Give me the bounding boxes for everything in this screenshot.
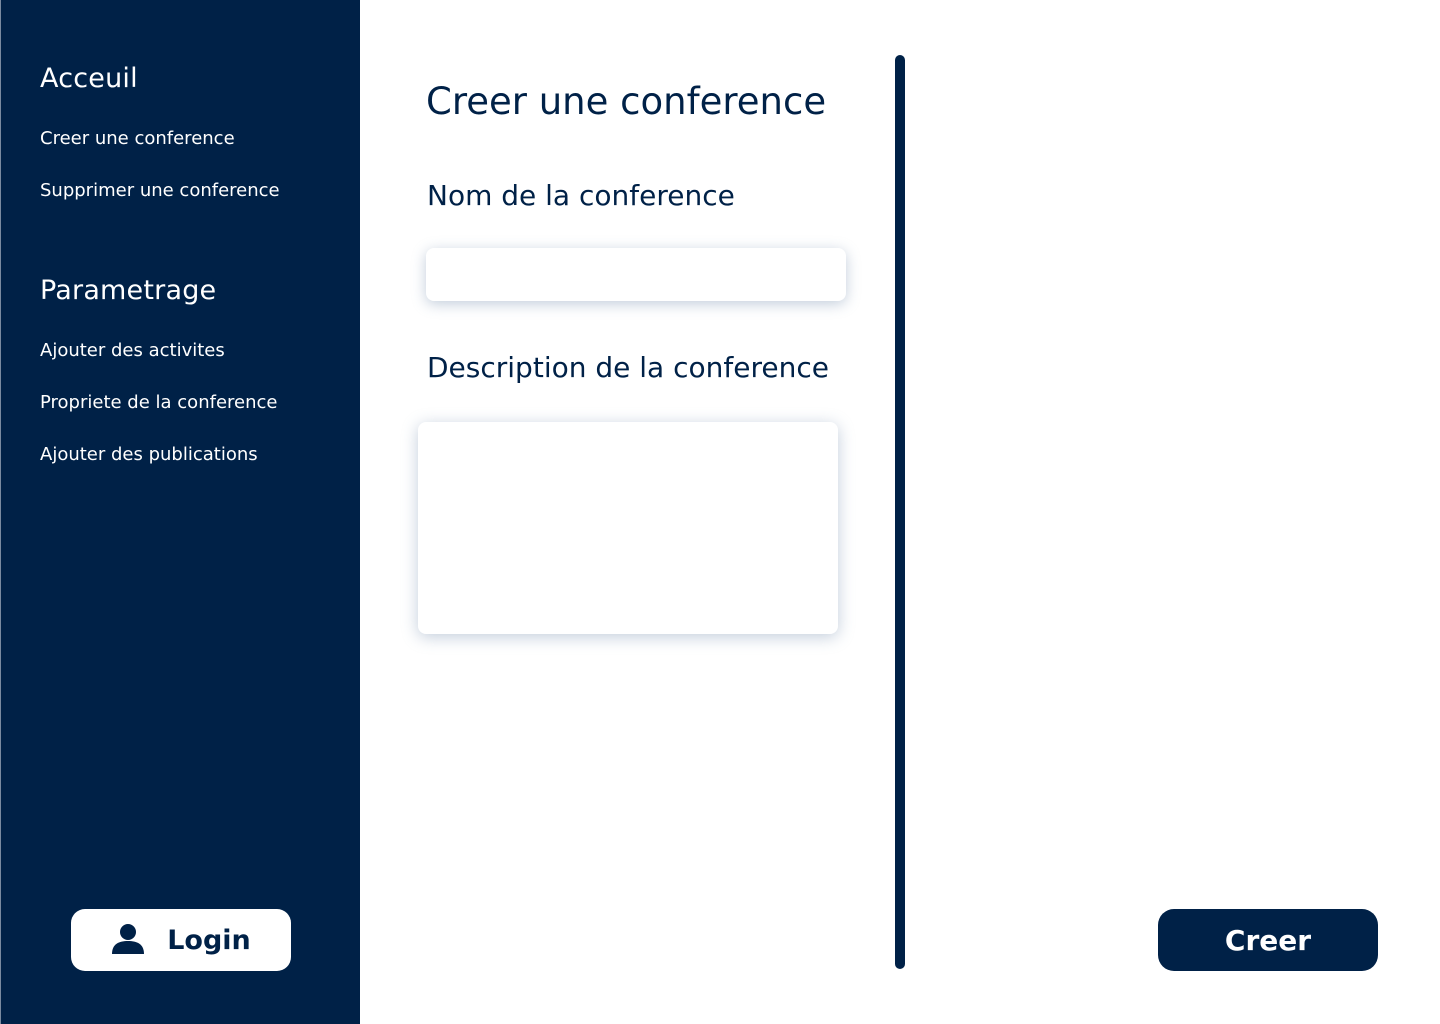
conference-name-input[interactable] xyxy=(426,248,846,301)
sidebar-heading-parametrage: Parametrage xyxy=(40,275,217,306)
sidebar-item-propriete-conference[interactable]: Propriete de la conference xyxy=(40,392,277,413)
sidebar-item-supprimer-conference[interactable]: Supprimer une conference xyxy=(40,180,280,201)
sidebar-heading-accueil[interactable]: Acceuil xyxy=(40,63,138,94)
sidebar-item-ajouter-publications[interactable]: Ajouter des publications xyxy=(40,444,258,465)
login-label: Login xyxy=(167,924,251,956)
page-title: Creer une conference xyxy=(426,80,827,123)
description-field-label: Description de la conference xyxy=(427,351,829,384)
conference-description-input[interactable] xyxy=(418,422,838,634)
vertical-divider xyxy=(895,55,905,969)
sidebar-item-ajouter-activites[interactable]: Ajouter des activites xyxy=(40,340,225,361)
user-icon xyxy=(111,923,145,958)
login-button[interactable]: Login xyxy=(71,909,291,971)
sidebar-item-creer-conference[interactable]: Creer une conference xyxy=(40,128,235,149)
sidebar: Acceuil Creer une conference Supprimer u… xyxy=(0,0,360,1024)
create-button[interactable]: Creer xyxy=(1158,909,1378,971)
name-field-label: Nom de la conference xyxy=(427,179,735,212)
